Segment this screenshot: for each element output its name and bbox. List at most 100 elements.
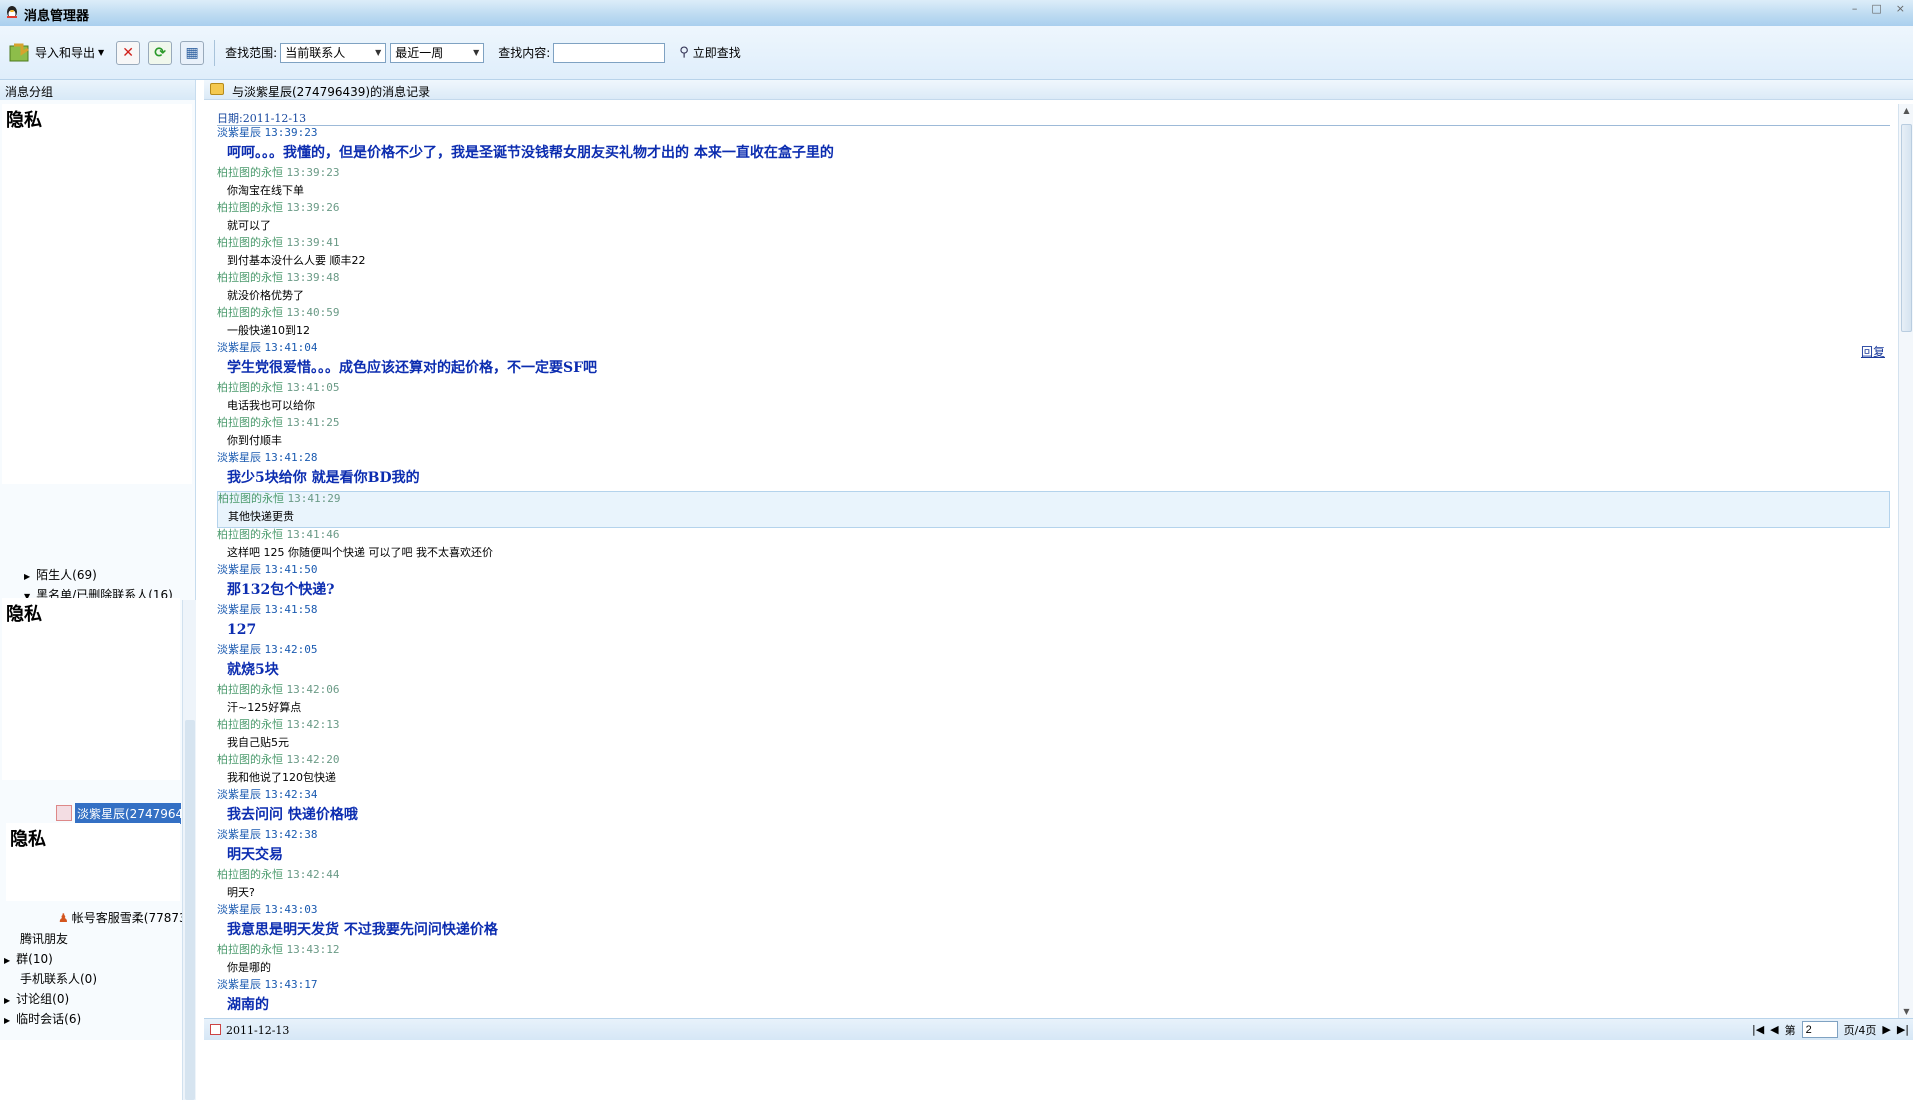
message-item[interactable]: 淡紫星辰 13:41:58 127: [217, 603, 1890, 643]
tree-item-mobile[interactable]: 手机联系人(0): [20, 970, 97, 987]
message-text: 就可以了: [227, 219, 271, 232]
search-content-input[interactable]: [553, 42, 666, 63]
message-item[interactable]: 柏拉图的永恒 13:41:29 其他快递更贵: [217, 491, 1890, 528]
toolbar-separator: [214, 39, 216, 66]
chevron-down-icon: ▼: [473, 48, 480, 57]
first-page-icon[interactable]: |◀: [1752, 1023, 1764, 1036]
message-item[interactable]: 柏拉图的永恒 13:39:48 就没价格优势了: [217, 271, 1890, 306]
message-list: 日期:2011-12-13 淡紫星辰 13:39:23 呵呵。。。我懂的，但是价格…: [204, 104, 1894, 1018]
message-item[interactable]: 柏拉图的永恒 13:40:59 一般快递10到12: [217, 306, 1890, 341]
next-page-icon[interactable]: ▶: [1882, 1023, 1890, 1036]
status-bar: 2011-12-13 |◀ ◀ 第 页/4页 ▶ ▶|: [204, 1018, 1913, 1040]
chevron-down-icon: ▼: [375, 48, 382, 57]
message-time: 13:42:13: [286, 718, 340, 731]
scroll-down-icon[interactable]: ▼: [1901, 1007, 1912, 1016]
expand-icon: ▶: [4, 956, 11, 965]
message-sender-line: 淡紫星辰 13:43:03: [217, 903, 1890, 919]
page-number-input[interactable]: [1801, 1021, 1838, 1038]
manager-icon: ▦: [180, 40, 205, 65]
message-sender: 淡紫星辰: [217, 788, 261, 801]
import-export-icon: [9, 43, 29, 61]
close-button[interactable]: ×: [1896, 2, 1905, 15]
message-item[interactable]: 淡紫星辰 13:41:50 那132包个快递?: [217, 563, 1890, 603]
search-content-label: 查找内容:: [498, 46, 551, 60]
refresh-button[interactable]: ⟳: [148, 39, 173, 67]
message-item[interactable]: 柏拉图的永恒 13:39:41 到付基本没什么人要 顺丰22: [217, 236, 1890, 271]
period-select[interactable]: 最近一周 ▼: [390, 42, 485, 63]
message-sender: 柏拉图的永恒: [217, 271, 283, 284]
message-sender: 柏拉图的永恒: [217, 718, 283, 731]
message-sender: 淡紫星辰: [217, 903, 261, 916]
message-item[interactable]: 淡紫星辰 13:41:28 我少5块给你 就是看你BD我的: [217, 451, 1890, 491]
tree-item-tencent-friends[interactable]: 腾讯朋友: [20, 930, 68, 947]
tree-item-discussion[interactable]: ▶ 讨论组(0): [4, 990, 69, 1007]
message-sender: 淡紫星辰: [217, 828, 261, 841]
message-sender: 柏拉图的永恒: [217, 236, 283, 249]
reply-link[interactable]: 回复: [1861, 343, 1885, 360]
message-item[interactable]: 柏拉图的永恒 13:42:13 我自己贴5元: [217, 718, 1890, 753]
manager-button[interactable]: ▦: [180, 39, 205, 67]
maximize-button[interactable]: □: [1871, 2, 1881, 15]
tree-item-selected-contact[interactable]: 淡紫星辰(274796439: [56, 802, 181, 824]
tree-item-temp-chat[interactable]: ▶ 临时会话(6): [4, 1010, 81, 1027]
scroll-up-icon[interactable]: ▲: [1901, 106, 1912, 115]
message-time: 13:42:06: [286, 683, 340, 696]
message-time: 13:41:58: [264, 603, 318, 616]
message-sender-line: 柏拉图的永恒 13:41:25: [217, 416, 1890, 432]
message-item[interactable]: 柏拉图的永恒 13:42:06 汗~125好算点: [217, 683, 1890, 718]
message-sender-line: 柏拉图的永恒 13:42:06: [217, 683, 1890, 699]
period-value: 最近一周: [395, 46, 444, 60]
message-sender-line: 淡紫星辰 13:41:58: [217, 603, 1890, 619]
window-title: 消息管理器: [24, 9, 90, 24]
message-item[interactable]: 柏拉图的永恒 13:39:23 你淘宝在线下单: [217, 166, 1890, 201]
page-prefix: 第: [1784, 1023, 1796, 1037]
message-item[interactable]: 淡紫星辰 13:41:04 学生党很爱惜。。。成色应该还算对的起价格，不一定要SF…: [217, 341, 1890, 381]
message-text: 湖南的: [227, 997, 269, 1013]
message-scrollbar[interactable]: ▲ ▼: [1898, 104, 1913, 1018]
message-item[interactable]: 柏拉图的永恒 13:43:12 你是哪的: [217, 943, 1890, 978]
message-sender: 淡紫星辰: [217, 643, 261, 656]
message-item[interactable]: 淡紫星辰 13:42:34 我去问问 快递价格哦: [217, 788, 1890, 828]
message-time: 13:40:59: [286, 306, 340, 319]
calendar-icon[interactable]: [210, 1024, 221, 1035]
message-sender-line: 淡紫星辰 13:41:04: [217, 341, 1890, 357]
import-export-button[interactable]: 导入和导出 ▼: [8, 39, 104, 67]
search-now-button[interactable]: ⚲ 立即查找: [679, 39, 741, 67]
search-scope-select[interactable]: 当前联系人 ▼: [280, 42, 387, 63]
sidebar-scrollbar-thumb[interactable]: [185, 720, 195, 1100]
message-text: 明天交易: [227, 847, 283, 863]
message-item[interactable]: 柏拉图的永恒 13:41:05 电话我也可以给你: [217, 381, 1890, 416]
message-item[interactable]: 柏拉图的永恒 13:39:26 就可以了: [217, 201, 1890, 236]
message-scrollbar-thumb[interactable]: [1901, 124, 1912, 332]
tree-item-service[interactable]: ♟ 帐号客服雪柔(77873: [58, 909, 182, 926]
tree-item-groups[interactable]: ▶ 群(10): [4, 950, 53, 967]
tree-item-strangers[interactable]: ▶ 陌生人(69): [24, 566, 97, 583]
last-page-icon[interactable]: ▶|: [1897, 1023, 1909, 1036]
message-text: 一般快递10到12: [227, 324, 310, 337]
privacy-mask-1: 隐私: [2, 104, 192, 484]
message-item[interactable]: 柏拉图的永恒 13:42:44 明天?: [217, 868, 1890, 903]
delete-button[interactable]: ✕: [116, 39, 141, 67]
privacy-mask-2: 隐私: [2, 598, 180, 780]
message-time: 13:39:23: [264, 126, 318, 139]
message-text: 那132包个快递?: [227, 582, 335, 598]
sidebar-scrollbar[interactable]: [182, 600, 196, 1100]
message-item[interactable]: 柏拉图的永恒 13:41:46 这样吧 125 你随便叫个快递 可以了吧 我不太喜…: [217, 528, 1890, 563]
message-item[interactable]: 淡紫星辰 13:39:23 呵呵。。。我懂的，但是价格不少了，我是圣诞节没钱帮女朋…: [217, 126, 1890, 166]
message-item[interactable]: 淡紫星辰 13:42:05 就烧5块: [217, 643, 1890, 683]
message-sender-line: 柏拉图的永恒 13:42:13: [217, 718, 1890, 734]
minimize-button[interactable]: –: [1852, 2, 1858, 15]
message-record-panel: 与淡紫星辰(274796439)的消息记录 日期:2011-12-13 淡紫星辰…: [204, 80, 1913, 1040]
message-time: 13:43:03: [264, 903, 318, 916]
message-text: 这样吧 125 你随便叫个快递 可以了吧 我不太喜欢还价: [227, 546, 493, 559]
message-item[interactable]: 淡紫星辰 13:42:38 明天交易: [217, 828, 1890, 868]
message-record-header: 与淡紫星辰(274796439)的消息记录: [204, 80, 1913, 100]
prev-page-icon[interactable]: ◀: [1770, 1023, 1778, 1036]
message-item[interactable]: 柏拉图的永恒 13:41:25 你到付顺丰: [217, 416, 1890, 451]
message-item[interactable]: 淡紫星辰 13:43:17 湖南的: [217, 978, 1890, 1018]
message-time: 13:39:23: [286, 166, 340, 179]
message-sender-line: 柏拉图的永恒 13:39:48: [217, 271, 1890, 287]
message-item[interactable]: 淡紫星辰 13:43:03 我意思是明天发货 不过我要先问问快递价格: [217, 903, 1890, 943]
message-item[interactable]: 柏拉图的永恒 13:42:20 我和他说了120包快递: [217, 753, 1890, 788]
toolbar: 导入和导出 ▼ ✕ ⟳ ▦ 查找范围: 当前联系人 ▼ 最近一周 ▼ 查找内容: ⚲…: [0, 26, 1913, 80]
